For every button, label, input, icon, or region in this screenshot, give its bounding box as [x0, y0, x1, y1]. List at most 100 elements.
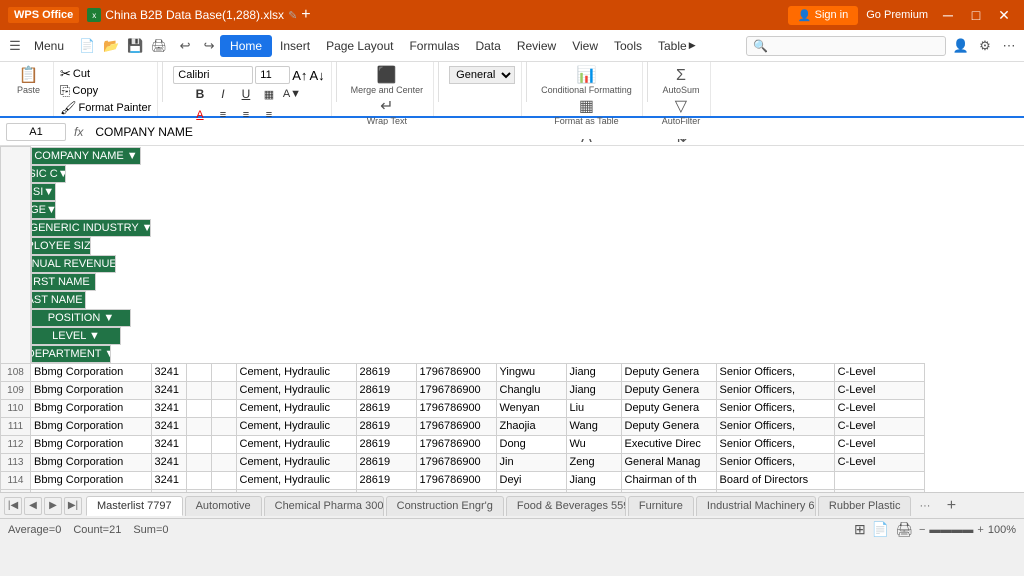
premium-button[interactable]: Go Premium [866, 9, 928, 21]
col-header-D[interactable]: GE▼ [31, 201, 56, 219]
settings-icon[interactable]: ⚙ [974, 35, 996, 57]
signin-button[interactable]: 👤 Sign in [788, 6, 858, 25]
maximize-button[interactable]: □ [964, 5, 988, 25]
col-header-E[interactable]: GENERIC INDUSTRY ▼ [31, 219, 151, 237]
data-cell[interactable]: Dong [496, 435, 566, 453]
data-cell[interactable]: Deputy Genera [621, 381, 716, 399]
data-cell[interactable]: 28619 [356, 363, 416, 381]
data-cell[interactable]: 3241 [151, 453, 186, 471]
open-icon[interactable]: 📂 [100, 35, 122, 57]
number-format-select[interactable]: General [449, 66, 515, 84]
data-cell[interactable] [186, 417, 211, 435]
data-cell[interactable]: 1796786900 [416, 399, 496, 417]
data-cell[interactable]: Independent D [621, 489, 716, 492]
data-cell[interactable]: 28619 [356, 399, 416, 417]
data-cell[interactable]: General Manag [621, 453, 716, 471]
data-cell[interactable] [211, 363, 236, 381]
data-cell[interactable]: 3241 [151, 399, 186, 417]
data-cell[interactable]: Deputy Genera [621, 417, 716, 435]
data-cell[interactable]: 28619 [356, 453, 416, 471]
increase-font-icon[interactable]: A↑ [292, 68, 307, 83]
last-sheet-button[interactable]: ▶| [64, 497, 82, 515]
data-cell[interactable]: 28619 [356, 435, 416, 453]
bold-button[interactable]: B [189, 84, 211, 104]
next-sheet-button[interactable]: ▶ [44, 497, 62, 515]
data-cell[interactable]: Jiang [566, 363, 621, 381]
data-cell[interactable]: Board of Directors [716, 471, 834, 489]
add-tab-icon[interactable]: + [301, 6, 310, 24]
add-sheet-button[interactable]: + [940, 495, 962, 517]
data-cell[interactable]: Deputy Genera [621, 399, 716, 417]
menu-home[interactable]: Home [220, 35, 272, 57]
data-cell[interactable]: 3241 [151, 381, 186, 399]
data-cell[interactable]: 3241 [151, 435, 186, 453]
data-cell[interactable]: Senior Officers, [716, 363, 834, 381]
data-cell[interactable] [186, 471, 211, 489]
italic-button[interactable]: I [212, 84, 234, 104]
data-cell[interactable]: 3241 [151, 489, 186, 492]
border-button[interactable]: ▦ [258, 84, 280, 104]
sheet-tab[interactable]: Chemical Pharma 300 [264, 496, 384, 516]
sheet-tab[interactable]: Masterlist 7797 [86, 496, 183, 516]
data-cell[interactable]: Cement, Hydraulic [236, 399, 356, 417]
font-size-input[interactable] [255, 66, 290, 84]
merge-center-button[interactable]: ⬛ Merge and Center [347, 66, 428, 97]
data-cell[interactable]: 1796786900 [416, 471, 496, 489]
data-cell[interactable] [211, 381, 236, 399]
data-cell[interactable]: Senior Officers, [716, 435, 834, 453]
data-cell[interactable]: Zeng [566, 453, 621, 471]
data-cell[interactable]: Tang [566, 489, 621, 492]
row-number-cell[interactable]: 113 [1, 453, 31, 471]
data-cell[interactable] [211, 417, 236, 435]
more-options-icon[interactable]: ⋯ [998, 35, 1020, 57]
font-name-input[interactable] [173, 66, 253, 84]
data-cell[interactable]: Jiang [566, 471, 621, 489]
data-cell[interactable]: 1796786900 [416, 417, 496, 435]
data-cell[interactable] [186, 399, 211, 417]
format-painter-button[interactable]: 🖌 Format Painter [60, 100, 151, 116]
menu-button[interactable]: ☰ [4, 35, 26, 57]
data-cell[interactable]: Cement, Hydraulic [236, 363, 356, 381]
data-cell[interactable]: Jin [496, 453, 566, 471]
data-cell[interactable]: Cement, Hydraulic [236, 435, 356, 453]
data-cell[interactable]: Deyi [496, 471, 566, 489]
data-cell[interactable]: Cement, Hydraulic [236, 417, 356, 435]
zoom-out-button[interactable]: − [919, 524, 925, 536]
data-cell[interactable]: C-Level [834, 417, 924, 435]
decrease-font-icon[interactable]: A↓ [309, 68, 324, 83]
data-cell[interactable]: Liu [566, 399, 621, 417]
data-cell[interactable]: Senior Officers, [716, 453, 834, 471]
grid-scroll[interactable]: COMPANY NAME ▼ SIC C▼ SI▼ GE▼ GENERIC IN… [0, 146, 1024, 492]
row-number-cell[interactable]: 115 [1, 489, 31, 492]
undo-button[interactable]: ↩ [174, 35, 196, 57]
search-input[interactable] [768, 40, 939, 52]
data-cell[interactable]: 3241 [151, 417, 186, 435]
layout-page-icon[interactable]: 📄 [872, 521, 889, 538]
menu-item-menu[interactable]: Menu [26, 35, 72, 57]
data-cell[interactable]: 3241 [151, 363, 186, 381]
row-number-cell[interactable]: 108 [1, 363, 31, 381]
cell-reference-input[interactable] [6, 123, 66, 141]
col-header-A[interactable]: COMPANY NAME ▼ [31, 147, 141, 165]
menu-data[interactable]: Data [467, 35, 508, 57]
data-cell[interactable]: C-Level [834, 453, 924, 471]
zoom-in-button[interactable]: + [977, 524, 983, 536]
data-cell[interactable]: Jun [496, 489, 566, 492]
print-icon[interactable]: 🖨 [148, 35, 170, 57]
data-cell[interactable]: Senior Officers, [716, 417, 834, 435]
data-cell[interactable]: 3241 [151, 471, 186, 489]
data-cell[interactable]: Bbmg Corporation [31, 417, 152, 435]
first-sheet-button[interactable]: |◀ [4, 497, 22, 515]
layout-print-icon[interactable]: 🖨 [895, 521, 913, 538]
share-icon[interactable]: 👤 [950, 35, 972, 57]
sheet-tab[interactable]: Furniture [628, 496, 694, 516]
fill-color-button[interactable]: A▼ [281, 84, 303, 104]
align-center-button[interactable]: ≡ [235, 105, 257, 125]
col-header-C[interactable]: SI▼ [31, 183, 56, 201]
row-number-cell[interactable]: 110 [1, 399, 31, 417]
menu-view[interactable]: View [564, 35, 606, 57]
col-header-J[interactable]: POSITION ▼ [31, 309, 131, 327]
data-cell[interactable]: Cement, Hydraulic [236, 471, 356, 489]
cut-button[interactable]: ✂ Cut [60, 66, 151, 82]
align-left-button[interactable]: ≡ [212, 105, 234, 125]
